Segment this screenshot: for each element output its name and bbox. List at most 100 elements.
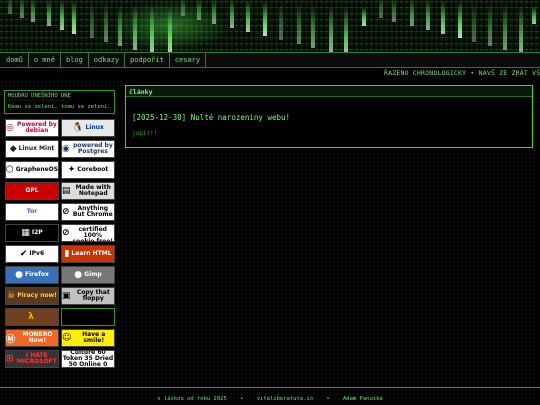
badge-label: Powered by debian: [17, 121, 57, 134]
badge-label: Copy that floppy: [76, 289, 110, 302]
badge-label: powered by Postgres: [73, 142, 113, 155]
i2p-badge[interactable]: ▦ I2P: [5, 224, 59, 242]
learn-html-badge[interactable]: ▮ Learn HTML: [61, 245, 115, 263]
daily-wisdom-quote: Kému se zelení, tomu se zelení.: [8, 104, 111, 110]
empty-badge[interactable]: [61, 308, 115, 326]
matrix-rain-streak: [329, 5, 333, 52]
nav-links[interactable]: odkazy: [89, 53, 126, 67]
badge-label: GrapheneOS: [15, 166, 59, 173]
badge-label: This site is certified 100% cookie free!: [72, 225, 113, 242]
matrix-rain-streak: [410, 0, 414, 26]
linux-badge[interactable]: 🐧 Linux: [61, 119, 115, 137]
matrix-rain-streak: [472, 2, 476, 42]
firefox-badge[interactable]: ● Firefox: [5, 266, 59, 284]
mint-icon: ◆: [9, 144, 17, 154]
matrix-rain-streak: [311, 4, 315, 48]
badge-label: Firefox: [25, 271, 49, 278]
matrix-rain-streak: [230, 0, 234, 28]
matrix-rain-streak: [503, 4, 507, 50]
nav-support[interactable]: podpořit: [125, 53, 170, 67]
footer-email-link[interactable]: vitaliberatuta.io: [257, 396, 313, 402]
matrix-rain-streak: [60, 0, 64, 30]
cookie-free-badge[interactable]: ⊘This site is certified 100% cookie free…: [61, 224, 115, 242]
monero-badge[interactable]: Ⓜ MONERO Now!: [5, 329, 59, 347]
matrix-rain-streak: [458, 1, 462, 38]
learn-icon: ▮: [64, 249, 70, 259]
hate-microsoft-badge[interactable]: ⊞ I HATE MICROSOFT: [5, 350, 59, 368]
elephant-icon: ◉: [62, 144, 70, 154]
badge-label: GPL: [25, 187, 39, 194]
matrix-rain-streak: [362, 7, 366, 26]
coreboot-badge[interactable]: ✦ Coreboot: [61, 161, 115, 179]
nav-about[interactable]: o mně: [29, 53, 61, 67]
badge-label: Learn HTML: [71, 250, 112, 257]
daily-wisdom-box: MOUDRO DNEŠNÍHO DNE ------------------- …: [4, 90, 115, 114]
footer-divider: [0, 387, 540, 388]
stats-badge[interactable]: Culture 60 Token 35 Dried 50 Online 0: [61, 350, 115, 368]
matrix-rain-streak: [104, 3, 108, 42]
badge-label: Linux: [85, 124, 104, 131]
matrix-rain-streak: [8, 0, 12, 14]
articles-title: články: [126, 86, 532, 97]
post-title-link[interactable]: [2025-12-30] Nulté narozeniny webu!: [132, 113, 290, 122]
matrix-rain-streak: [344, 6, 348, 52]
smiley-icon: ☺: [62, 333, 72, 343]
footer: s láskou od roku 2025 • vitaliberatuta.i…: [0, 396, 540, 402]
piracy-badge[interactable]: ☠ Piracy now!: [5, 287, 59, 305]
matrix-rain-streak: [212, 0, 216, 24]
postgres-badge[interactable]: ◉ powered by Postgres: [61, 140, 115, 158]
tor-badge[interactable]: Tor: [5, 203, 59, 221]
gpl-badge[interactable]: GPL: [5, 182, 59, 200]
no-chrome-badge[interactable]: ⊘ Anything But Chrome: [61, 203, 115, 221]
matrix-rain-streak: [297, 3, 301, 44]
ipv6-badge[interactable]: ✔ IPv6: [5, 245, 59, 263]
matrix-rain-streak: [133, 5, 137, 50]
notepad-icon: ▤: [62, 186, 71, 196]
matrix-rain-streak: [392, 0, 396, 22]
debian-badge[interactable]: ◎ Powered by debian: [5, 119, 59, 137]
grapheneos-badge[interactable]: ⬡ GrapheneOS: [5, 161, 59, 179]
no-icon: ⊘: [62, 207, 70, 217]
badge-label: Linux Mint: [18, 145, 55, 152]
post-excerpt: jupí!!!: [132, 130, 158, 137]
no-cookie-icon: ⊘: [62, 228, 70, 238]
smile-badge[interactable]: ☺ Have a smile!: [61, 329, 115, 347]
badge-label: Tor: [26, 208, 38, 215]
badge-label: MONERO Now!: [22, 331, 53, 344]
badge-label: Culture 60 Token 35 Dried 50 Online 0: [62, 350, 114, 368]
hexagon-icon: ⬡: [5, 165, 14, 175]
footer-copyright: s láskou od roku 2025: [157, 396, 227, 402]
monero-icon: Ⓜ: [6, 334, 16, 345]
matrix-rain-streak: [118, 4, 122, 46]
matrix-rain-streak: [181, 0, 185, 16]
scrolling-ticker: ŘAZENO CHRONOLOGICKY • NAVŠ ZE ZRÁT VŠE: [0, 68, 540, 80]
badge-grid: ◎ Powered by debian 🐧 Linux ◆ Linux Mint ◉ powe…: [5, 119, 115, 368]
rabbit-icon: ✦: [67, 165, 76, 175]
matrix-rain-streak: [47, 0, 51, 26]
gimp-badge[interactable]: ● Gimp: [61, 266, 115, 284]
windows-icon: ⊞: [6, 354, 14, 364]
badge-label: I2P: [31, 229, 43, 236]
linux-mint-badge[interactable]: ◆ Linux Mint: [5, 140, 59, 158]
matrix-rain-streak: [532, 6, 536, 24]
badge-label: I HATE MICROSOFT: [16, 352, 57, 365]
footer-separator: •: [326, 396, 330, 402]
matrix-rain-streak: [488, 3, 492, 46]
matrix-rain-streak: [197, 0, 201, 20]
matrix-rain-streak: [263, 1, 267, 36]
matrix-rain-streak: [90, 2, 94, 38]
nav-home[interactable]: domů: [1, 53, 29, 67]
notepad-badge[interactable]: ▤ Made with Notepad: [61, 182, 115, 200]
nav-blog[interactable]: blog: [61, 53, 89, 67]
matrix-rain-streak: [426, 0, 430, 30]
badge-label: Anything But Chrome: [72, 205, 113, 218]
check-icon: ✔: [19, 249, 28, 259]
half-life-badge[interactable]: λ: [5, 308, 59, 326]
footer-author: Adam Panuška: [342, 396, 383, 402]
ticker-text: ŘAZENO CHRONOLOGICKY • NAVŠ ZE ZRÁT VŠE: [384, 69, 540, 77]
nav-cesary[interactable]: cesary: [170, 53, 207, 67]
matrix-rain-streak: [150, 6, 154, 52]
copy-badge[interactable]: ▣ Copy that floppy: [61, 287, 115, 305]
matrix-rain-streak: [519, 5, 523, 52]
badge-label: Piracy now!: [17, 292, 57, 299]
